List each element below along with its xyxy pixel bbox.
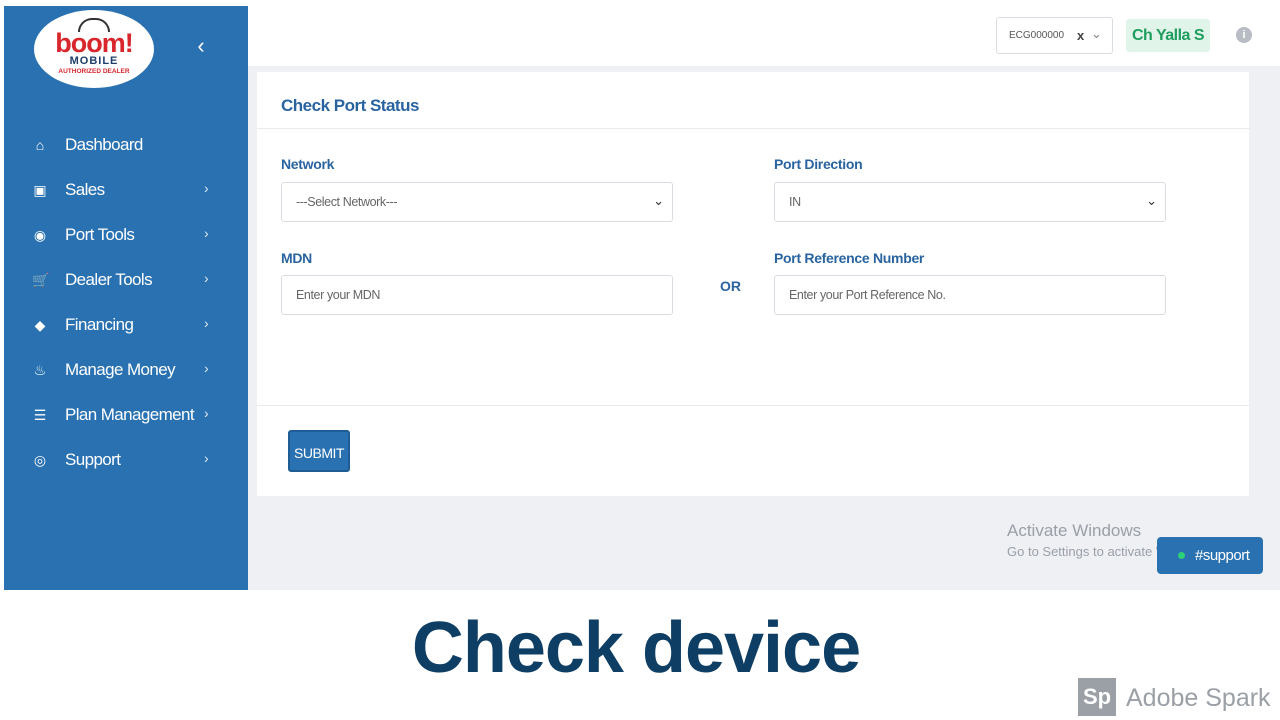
collapse-sidebar-icon[interactable]: ‹ [190, 34, 212, 58]
chevron-down-icon[interactable]: ⌄ [1091, 26, 1102, 42]
sidebar-item-label: Manage Money [65, 360, 176, 379]
sidebar-item-label: Financing [65, 315, 134, 334]
cart-icon: 🛒 [32, 272, 50, 288]
sidebar-item-plan-management[interactable]: ☰ Plan Management › [4, 393, 248, 438]
info-icon[interactable]: i [1236, 27, 1252, 43]
chevron-right-icon: › [204, 225, 209, 241]
chevron-right-icon: › [204, 315, 209, 331]
clipboard-icon: ▣ [33, 182, 47, 198]
chevron-right-icon: › [204, 405, 209, 421]
chevron-right-icon: › [204, 360, 209, 376]
sidebar-item-manage-money[interactable]: ♨ Manage Money › [4, 348, 248, 393]
divider [257, 128, 1249, 129]
submit-button[interactable]: SUBMIT [288, 430, 350, 472]
port-direction-select[interactable]: IN ⌄ [774, 182, 1166, 222]
check-port-status-card: Check Port Status Network ---Select Netw… [257, 72, 1249, 496]
user-badge[interactable]: Ch Yalla S [1126, 19, 1210, 52]
logo-sub: MOBILE [69, 55, 119, 67]
chevron-right-icon: › [204, 180, 209, 196]
sidebar-item-label: Dealer Tools [65, 270, 153, 289]
sidebar-item-port-tools[interactable]: ◉ Port Tools › [4, 213, 248, 258]
port-reference-placeholder: Enter your Port Reference No. [789, 288, 946, 302]
chevron-down-icon: ⌄ [653, 193, 664, 208]
sidebar-item-label: Port Tools [65, 225, 135, 244]
tag-icon: ◆ [34, 317, 46, 333]
sidebar-item-sales[interactable]: ▣ Sales › [4, 168, 248, 213]
online-status-dot [1178, 552, 1185, 559]
top-bar: ECG000000 x ⌄ Ch Yalla S i [248, 6, 1280, 66]
support-chat-button[interactable]: #support [1157, 537, 1263, 574]
sidebar-item-financing[interactable]: ◆ Financing › [4, 303, 248, 348]
sidebar-item-dealer-tools[interactable]: 🛒 Dealer Tools › [4, 258, 248, 303]
divider [257, 405, 1249, 406]
sidebar-item-label: Support [65, 450, 121, 469]
sidebar: boom! MOBILE AUTHORIZED DEALER ‹ ⌂ Dashb… [4, 6, 248, 590]
adobe-spark-logo-icon: Sp [1078, 678, 1116, 716]
dealer-code: ECG000000 [1009, 30, 1065, 41]
app-window: boom! MOBILE AUTHORIZED DEALER ‹ ⌂ Dashb… [4, 6, 1280, 590]
port-direction-value: IN [789, 195, 801, 209]
chevron-right-icon: › [204, 270, 209, 286]
clear-icon[interactable]: x [1077, 28, 1084, 43]
page-title: Check Port Status [281, 96, 419, 115]
port-direction-label: Port Direction [774, 156, 863, 172]
support-icon: ◎ [33, 452, 47, 468]
or-separator: OR [720, 278, 741, 294]
network-label: Network [281, 156, 335, 172]
chevron-right-icon: › [204, 450, 209, 466]
piggy-bank-icon: ♨ [33, 362, 47, 378]
adobe-spark-text: Adobe Spark [1126, 684, 1271, 712]
network-select[interactable]: ---Select Network--- ⌄ [281, 182, 673, 222]
port-reference-label: Port Reference Number [774, 250, 925, 266]
support-chat-label: #support [1195, 547, 1250, 564]
sidebar-item-label: Dashboard [65, 135, 143, 154]
dealer-select[interactable]: ECG000000 x ⌄ [996, 17, 1113, 54]
mdn-placeholder: Enter your MDN [296, 288, 381, 302]
sidebar-item-support[interactable]: ◎ Support › [4, 438, 248, 483]
sidebar-item-dashboard[interactable]: ⌂ Dashboard [4, 123, 248, 168]
mdn-input[interactable]: Enter your MDN [281, 275, 673, 315]
chevron-down-icon: ⌄ [1146, 193, 1157, 208]
mdn-label: MDN [281, 250, 312, 266]
boom-mobile-logo[interactable]: boom! MOBILE AUTHORIZED DEALER [34, 10, 154, 88]
sidebar-item-label: Plan Management [65, 405, 195, 424]
logo-tag: AUTHORIZED DEALER [58, 68, 130, 75]
network-select-value: ---Select Network--- [296, 195, 398, 209]
video-caption: Check device [411, 608, 861, 688]
port-reference-input[interactable]: Enter your Port Reference No. [774, 275, 1166, 315]
sidebar-item-label: Sales [65, 180, 105, 199]
list-icon: ☰ [33, 407, 47, 423]
sidebar-nav: ⌂ Dashboard ▣ Sales › ◉ Port Tools › 🛒 D… [4, 123, 248, 483]
home-icon: ⌂ [35, 137, 45, 153]
port-icon: ◉ [33, 227, 47, 243]
